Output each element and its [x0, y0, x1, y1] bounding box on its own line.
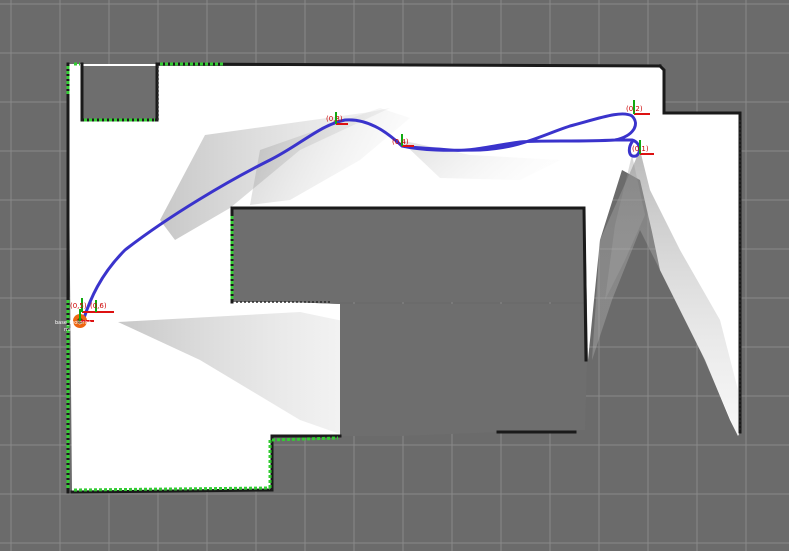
bottom-right-unknown [340, 304, 587, 436]
map-viewport[interactable]: (0,3) (0,4) (0,2) (0,1) (0,5) (0,6) base… [0, 0, 789, 551]
waypoint-label-2: (0,2) [626, 105, 643, 113]
waypoint-label-start-b: (0,6) [90, 302, 107, 310]
notch-unknown [83, 66, 157, 120]
map-canvas[interactable]: (0,3) (0,4) (0,2) (0,1) (0,5) (0,6) base… [0, 0, 789, 551]
waypoint-label-start-a: (0,5) [70, 302, 87, 310]
waypoint-label-1: (0,1) [632, 145, 649, 153]
waypoint-label-4: (0,4) [392, 138, 409, 146]
inner-unknown-block [232, 208, 584, 302]
robot-map-label: map [64, 327, 75, 333]
robot-frame-label: base_footprint [55, 320, 91, 326]
waypoint-label-3: (0,3) [326, 115, 343, 123]
